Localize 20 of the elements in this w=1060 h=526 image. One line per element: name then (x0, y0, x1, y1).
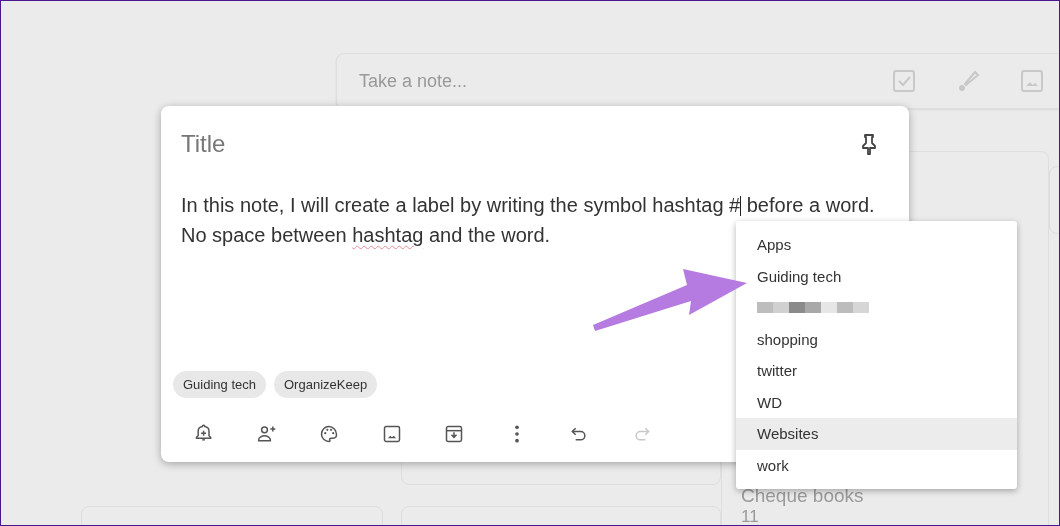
label-menu-item[interactable]: shopping (736, 323, 1017, 355)
image-icon[interactable] (381, 424, 402, 444)
palette-icon[interactable] (319, 424, 340, 444)
take-note-bar[interactable]: Take a note... (336, 53, 1059, 109)
take-note-field[interactable]: Take a note... (357, 69, 861, 93)
archive-icon[interactable] (444, 424, 465, 444)
note-title: Cheque books (741, 486, 864, 506)
label-menu-item[interactable]: work (736, 449, 1017, 481)
note-text-line[interactable]: No space between hashtag and the word. (181, 220, 551, 250)
label-menu-item[interactable]: Apps (736, 229, 1017, 261)
checkbox-icon[interactable] (891, 68, 917, 94)
label-menu-item[interactable]: Websites (736, 418, 1017, 450)
label-menu-item[interactable]: WD (736, 386, 1017, 418)
label-menu-item[interactable]: Guiding tech (736, 260, 1017, 292)
label-chip[interactable]: OrganizeKeep (274, 371, 378, 398)
label-chip[interactable]: Guiding tech (173, 371, 266, 398)
note-text-line[interactable]: In this note, I will create a label by writing the symbol hashtag # before a word. (181, 190, 875, 220)
label-menu-item[interactable]: twitter (736, 355, 1017, 387)
add-person-icon[interactable] (256, 424, 277, 444)
note-text: 11 (741, 508, 760, 525)
